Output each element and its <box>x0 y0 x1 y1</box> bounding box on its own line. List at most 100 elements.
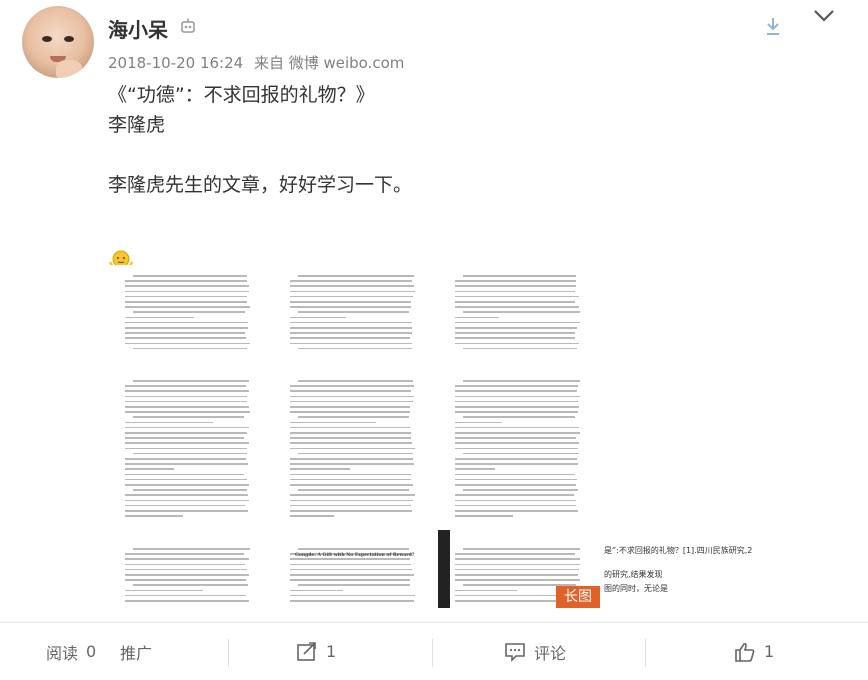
text-line <box>125 385 246 387</box>
text-line <box>125 594 247 597</box>
comment-icon <box>505 642 525 662</box>
text-line <box>290 426 410 429</box>
username[interactable]: 海小呆 <box>108 14 168 43</box>
text-line <box>290 285 415 287</box>
text-line <box>125 553 245 555</box>
read-label: 阅读 <box>46 643 79 663</box>
text-line <box>290 390 411 392</box>
text-line <box>290 568 413 571</box>
text-line <box>290 437 412 439</box>
text-line <box>125 600 250 602</box>
text-line <box>455 342 580 345</box>
post-time[interactable]: 2018-10-20 16:24 <box>108 54 243 72</box>
text-line <box>125 504 246 507</box>
post-meta: 2018-10-20 16:24 来自 微博 weibo.com <box>108 52 410 73</box>
text-line <box>290 484 414 486</box>
dark-strip <box>438 530 450 608</box>
text-line <box>290 442 412 444</box>
text-line <box>290 332 413 334</box>
side-text-3: 图的同时，无论是 <box>604 584 668 593</box>
text-line <box>455 579 580 581</box>
text-line <box>125 332 246 334</box>
post-source[interactable]: 来自 微博 weibo.com <box>254 54 404 72</box>
document-page <box>455 380 595 525</box>
text-line <box>455 395 580 398</box>
text-line <box>455 510 579 512</box>
text-line <box>290 385 414 387</box>
text-line <box>125 563 245 566</box>
text-line <box>290 342 413 345</box>
text-line <box>133 452 247 455</box>
text-line <box>125 400 248 403</box>
text-line <box>125 432 248 434</box>
comment-button[interactable]: 评论 <box>504 623 566 680</box>
text-line <box>455 306 579 308</box>
download-icon[interactable] <box>764 16 782 36</box>
text-line <box>290 463 414 465</box>
text-line <box>125 285 250 287</box>
text-line <box>290 432 411 434</box>
text-line <box>290 504 412 507</box>
text-line <box>125 568 248 571</box>
text-line <box>125 411 250 413</box>
content-line-author: 李隆虎 <box>108 114 166 136</box>
text-line <box>290 406 411 408</box>
like-button[interactable]: 1 <box>734 623 774 680</box>
text-line <box>125 515 183 517</box>
document-page <box>290 275 430 355</box>
text-line <box>298 452 414 455</box>
text-line <box>455 437 577 439</box>
text-line <box>133 584 248 586</box>
text-line <box>125 306 250 308</box>
text-line <box>125 437 245 439</box>
text-line <box>455 484 576 486</box>
text-line <box>455 295 579 298</box>
long-image-right-panel[interactable]: 是”:不求回报的礼物？[1].四川民族研究,2017,(第2期) 的研究,结果发… <box>600 265 752 608</box>
text-line <box>455 515 513 517</box>
text-line <box>290 458 413 460</box>
text-line <box>125 321 248 324</box>
promote-label: 推广 <box>120 643 153 663</box>
text-line <box>290 447 415 450</box>
long-image-thumbnail[interactable]: Gongde: A Gift with No Expectation of Re… <box>110 265 600 608</box>
chevron-down-icon[interactable] <box>812 8 836 24</box>
divider <box>228 639 229 667</box>
text-line <box>290 280 413 282</box>
text-line <box>455 468 496 470</box>
text-line <box>125 447 248 450</box>
text-line <box>455 385 579 387</box>
text-line <box>125 579 247 581</box>
text-line <box>455 285 577 287</box>
text-line <box>290 421 377 424</box>
document-page <box>125 380 265 525</box>
text-line <box>290 594 415 597</box>
document-page <box>125 275 265 355</box>
text-line <box>125 510 248 512</box>
divider <box>432 639 433 667</box>
avatar[interactable] <box>22 6 94 78</box>
side-text-2: 的研究,结果发现 <box>604 570 663 579</box>
promote-button[interactable]: 推广 <box>120 623 152 680</box>
divider <box>645 639 646 667</box>
text-line <box>463 275 576 277</box>
repost-button[interactable]: 1 <box>296 623 336 680</box>
document-page <box>290 380 430 525</box>
text-line <box>455 321 580 324</box>
text-line <box>298 548 410 550</box>
read-count-value: 0 <box>86 642 97 661</box>
text-line <box>125 442 249 444</box>
text-line <box>133 416 245 418</box>
text-line <box>463 452 580 455</box>
text-line <box>455 494 575 496</box>
avatar-eye <box>64 36 74 42</box>
avatar-hand <box>56 60 82 78</box>
text-line <box>290 411 410 413</box>
long-image-tag: 长图 <box>556 586 600 608</box>
text-line <box>455 473 576 476</box>
text-line <box>290 563 412 566</box>
content-line-title: 《“功德”：不求回报的礼物？》 <box>108 84 375 106</box>
text-line <box>290 395 415 398</box>
text-line <box>455 390 578 392</box>
text-line <box>290 510 413 512</box>
text-line <box>455 558 580 560</box>
